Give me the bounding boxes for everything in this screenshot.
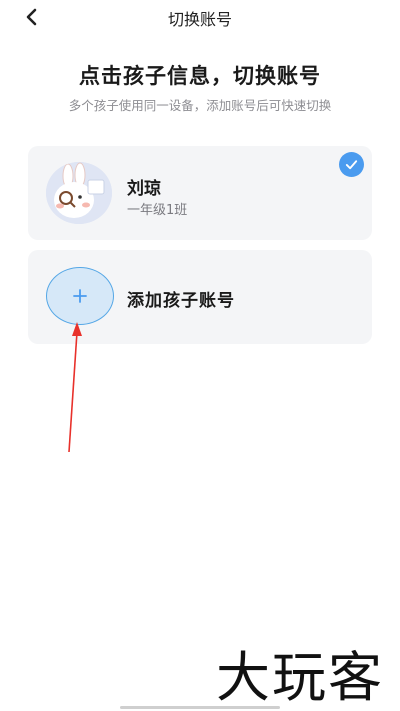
child-class: 一年级1班 [127,203,188,218]
check-icon [345,160,358,170]
svg-text:大玩客: 大玩客 [216,646,384,708]
child-name: 刘琼 [127,179,161,199]
watermark-logo: 大玩客 [216,646,384,709]
child-account-card[interactable]: 刘琼 一年级1班 [28,146,372,240]
avatar [46,162,112,224]
headline: 点击孩子信息，切换账号 [79,64,321,88]
selected-check-badge [339,152,364,177]
add-account-label: 添加孩子账号 [127,291,235,311]
watermark: 大玩客 [200,640,400,709]
cartoon-rabbit-avatar-icon [46,162,112,224]
subheadline: 多个孩子使用同一设备，添加账号后可快速切换 [68,98,332,113]
add-account-button[interactable] [46,267,114,325]
nav-bar: 切换账号 [0,0,400,34]
page-title: 切换账号 [167,10,232,29]
annotation-arrow-icon [68,322,82,453]
plus-icon [73,289,87,303]
home-indicator [120,706,280,709]
